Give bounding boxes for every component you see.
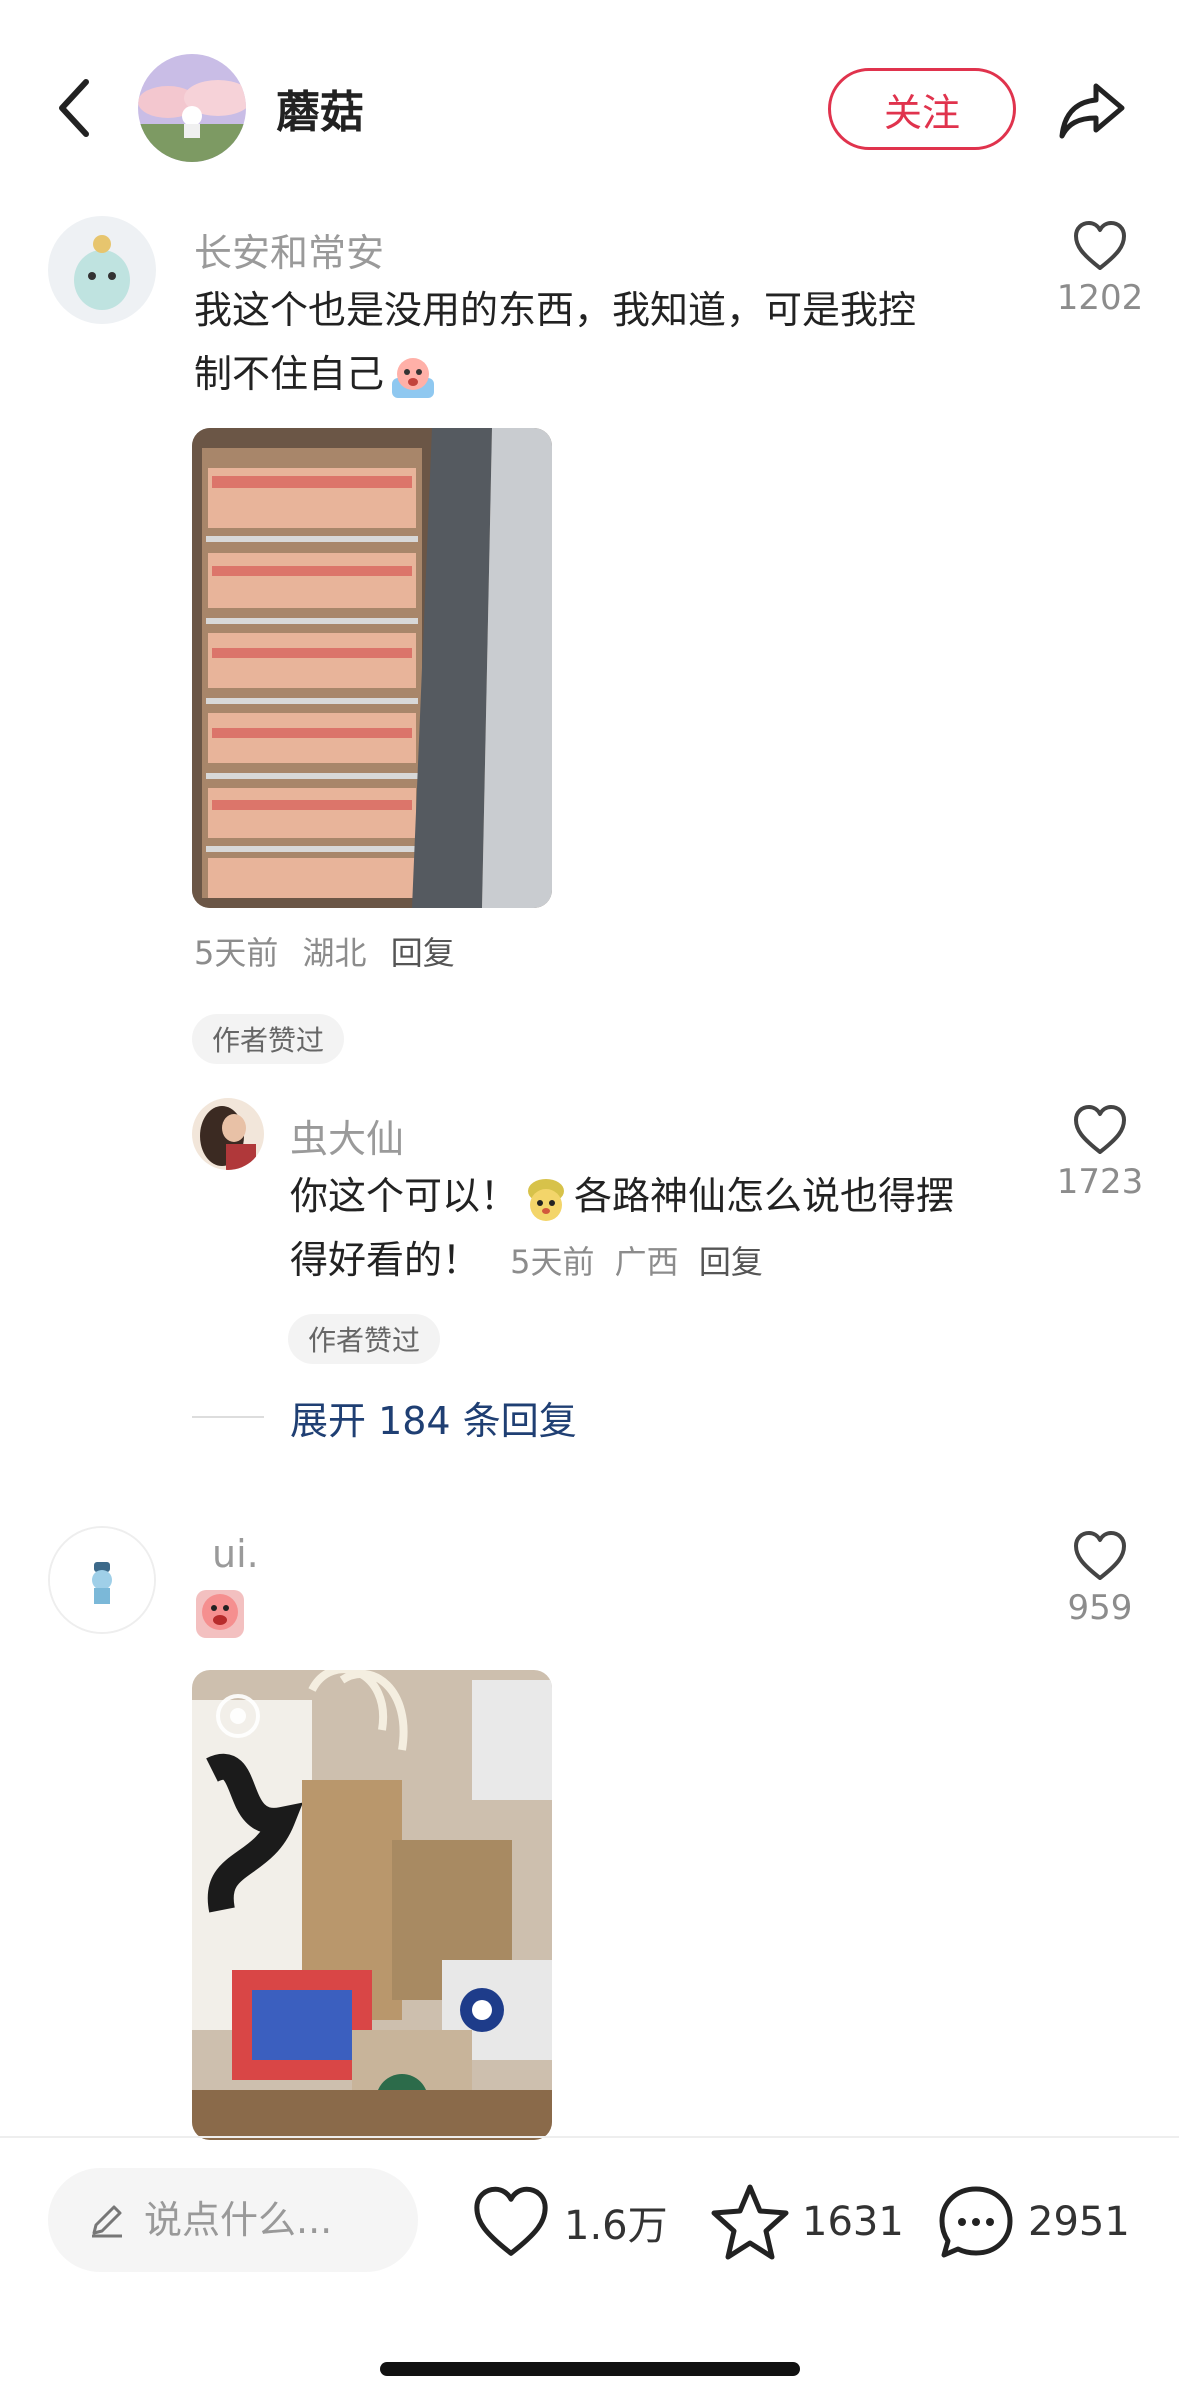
like-post-button[interactable]: 1.6万	[470, 2180, 668, 2264]
crying-peach-emoji-icon	[194, 1588, 246, 1640]
comment-text: 我这个也是没用的东西，我知道，可是我控 制不住自己	[194, 278, 1014, 406]
comment-meta: 5天前 湖北 回复	[194, 928, 455, 974]
collect-count: 1631	[802, 2199, 904, 2245]
pencil-icon	[92, 2205, 122, 2238]
author-liked-badge: 作者赞过	[288, 1314, 441, 1364]
comment-line: 制不住自己	[194, 342, 1014, 406]
commenter-name[interactable]: 长安和常安	[194, 222, 384, 277]
like-count: 1202	[1056, 278, 1144, 318]
author-avatar[interactable]	[138, 54, 246, 162]
heart-icon	[474, 2186, 548, 2256]
star-icon	[711, 2184, 789, 2260]
mushroom-emoji-icon	[520, 1173, 572, 1225]
comment-like[interactable]: 1723	[1040, 1104, 1160, 1202]
comment-line: 你这个可以！ 各路神仙怎么说也得摆	[290, 1164, 1030, 1228]
follow-button[interactable]: 关注	[828, 68, 1016, 150]
commenter-name[interactable]: ui.	[212, 1532, 259, 1576]
like-count: 1723	[1056, 1162, 1144, 1202]
comment-button[interactable]: 2951	[936, 2180, 1130, 2264]
heart-icon	[1074, 1105, 1126, 1154]
comment-input[interactable]	[144, 2198, 394, 2242]
comment-time: 5天前	[194, 934, 279, 972]
share-button[interactable]	[1050, 72, 1134, 148]
author-liked-badge: 作者赞过	[192, 1014, 345, 1064]
heart-icon	[1074, 221, 1126, 270]
comment-image[interactable]	[192, 428, 552, 908]
expand-divider	[192, 1416, 264, 1418]
comment-image[interactable]	[192, 1670, 552, 2140]
comment-count: 2951	[1028, 2199, 1130, 2245]
comment-line-text: 得好看的！	[290, 1238, 481, 1282]
expand-replies-link[interactable]: 展开 184 条回复	[290, 1390, 577, 1445]
bottom-bar-divider	[0, 2136, 1179, 2138]
heart-icon	[1074, 1531, 1126, 1580]
reply-link[interactable]: 回复	[391, 934, 455, 972]
comment-line: 我这个也是没用的东西，我知道，可是我控	[194, 288, 917, 332]
top-nav-bar: 蘑菇 关注	[0, 0, 1179, 200]
comment-location: 湖北	[302, 934, 367, 972]
chat-bubble-icon	[939, 2186, 1013, 2258]
comment-time: 5天前	[510, 1243, 595, 1281]
commenter-avatar[interactable]	[48, 1526, 156, 1634]
commenter-name[interactable]: 虫大仙	[290, 1108, 404, 1163]
comment-line-text: 各路神仙怎么说也得摆	[574, 1174, 955, 1218]
like-count: 959	[1067, 1588, 1133, 1628]
back-button[interactable]	[48, 70, 100, 146]
comment-like[interactable]: 1202	[1040, 220, 1160, 318]
comment-input-box[interactable]	[48, 2168, 418, 2272]
commenter-avatar[interactable]	[192, 1098, 264, 1170]
chevron-left-icon	[59, 79, 89, 137]
comment-line-text: 制不住自己	[194, 352, 385, 396]
comment-location: 广西	[614, 1243, 679, 1281]
author-name[interactable]: 蘑菇	[276, 76, 364, 140]
crying-emoji-icon	[388, 352, 438, 402]
reply-link[interactable]: 回复	[699, 1243, 763, 1281]
comment-meta: 5天前 广西 回复	[510, 1243, 763, 1281]
commenter-avatar[interactable]	[48, 216, 156, 324]
home-indicator[interactable]	[380, 2362, 800, 2376]
comment-line: 得好看的！ 5天前 广西 回复	[290, 1228, 1030, 1294]
comment-line-text: 你这个可以！	[290, 1174, 519, 1218]
collect-button[interactable]: 1631	[710, 2180, 904, 2264]
comment-text: 你这个可以！ 各路神仙怎么说也得摆 得好看的！ 5天前 广西 回复	[290, 1164, 1030, 1294]
comment-like[interactable]: 959	[1040, 1530, 1160, 1628]
post-like-count: 1.6万	[564, 2203, 668, 2249]
share-icon	[1059, 83, 1125, 139]
